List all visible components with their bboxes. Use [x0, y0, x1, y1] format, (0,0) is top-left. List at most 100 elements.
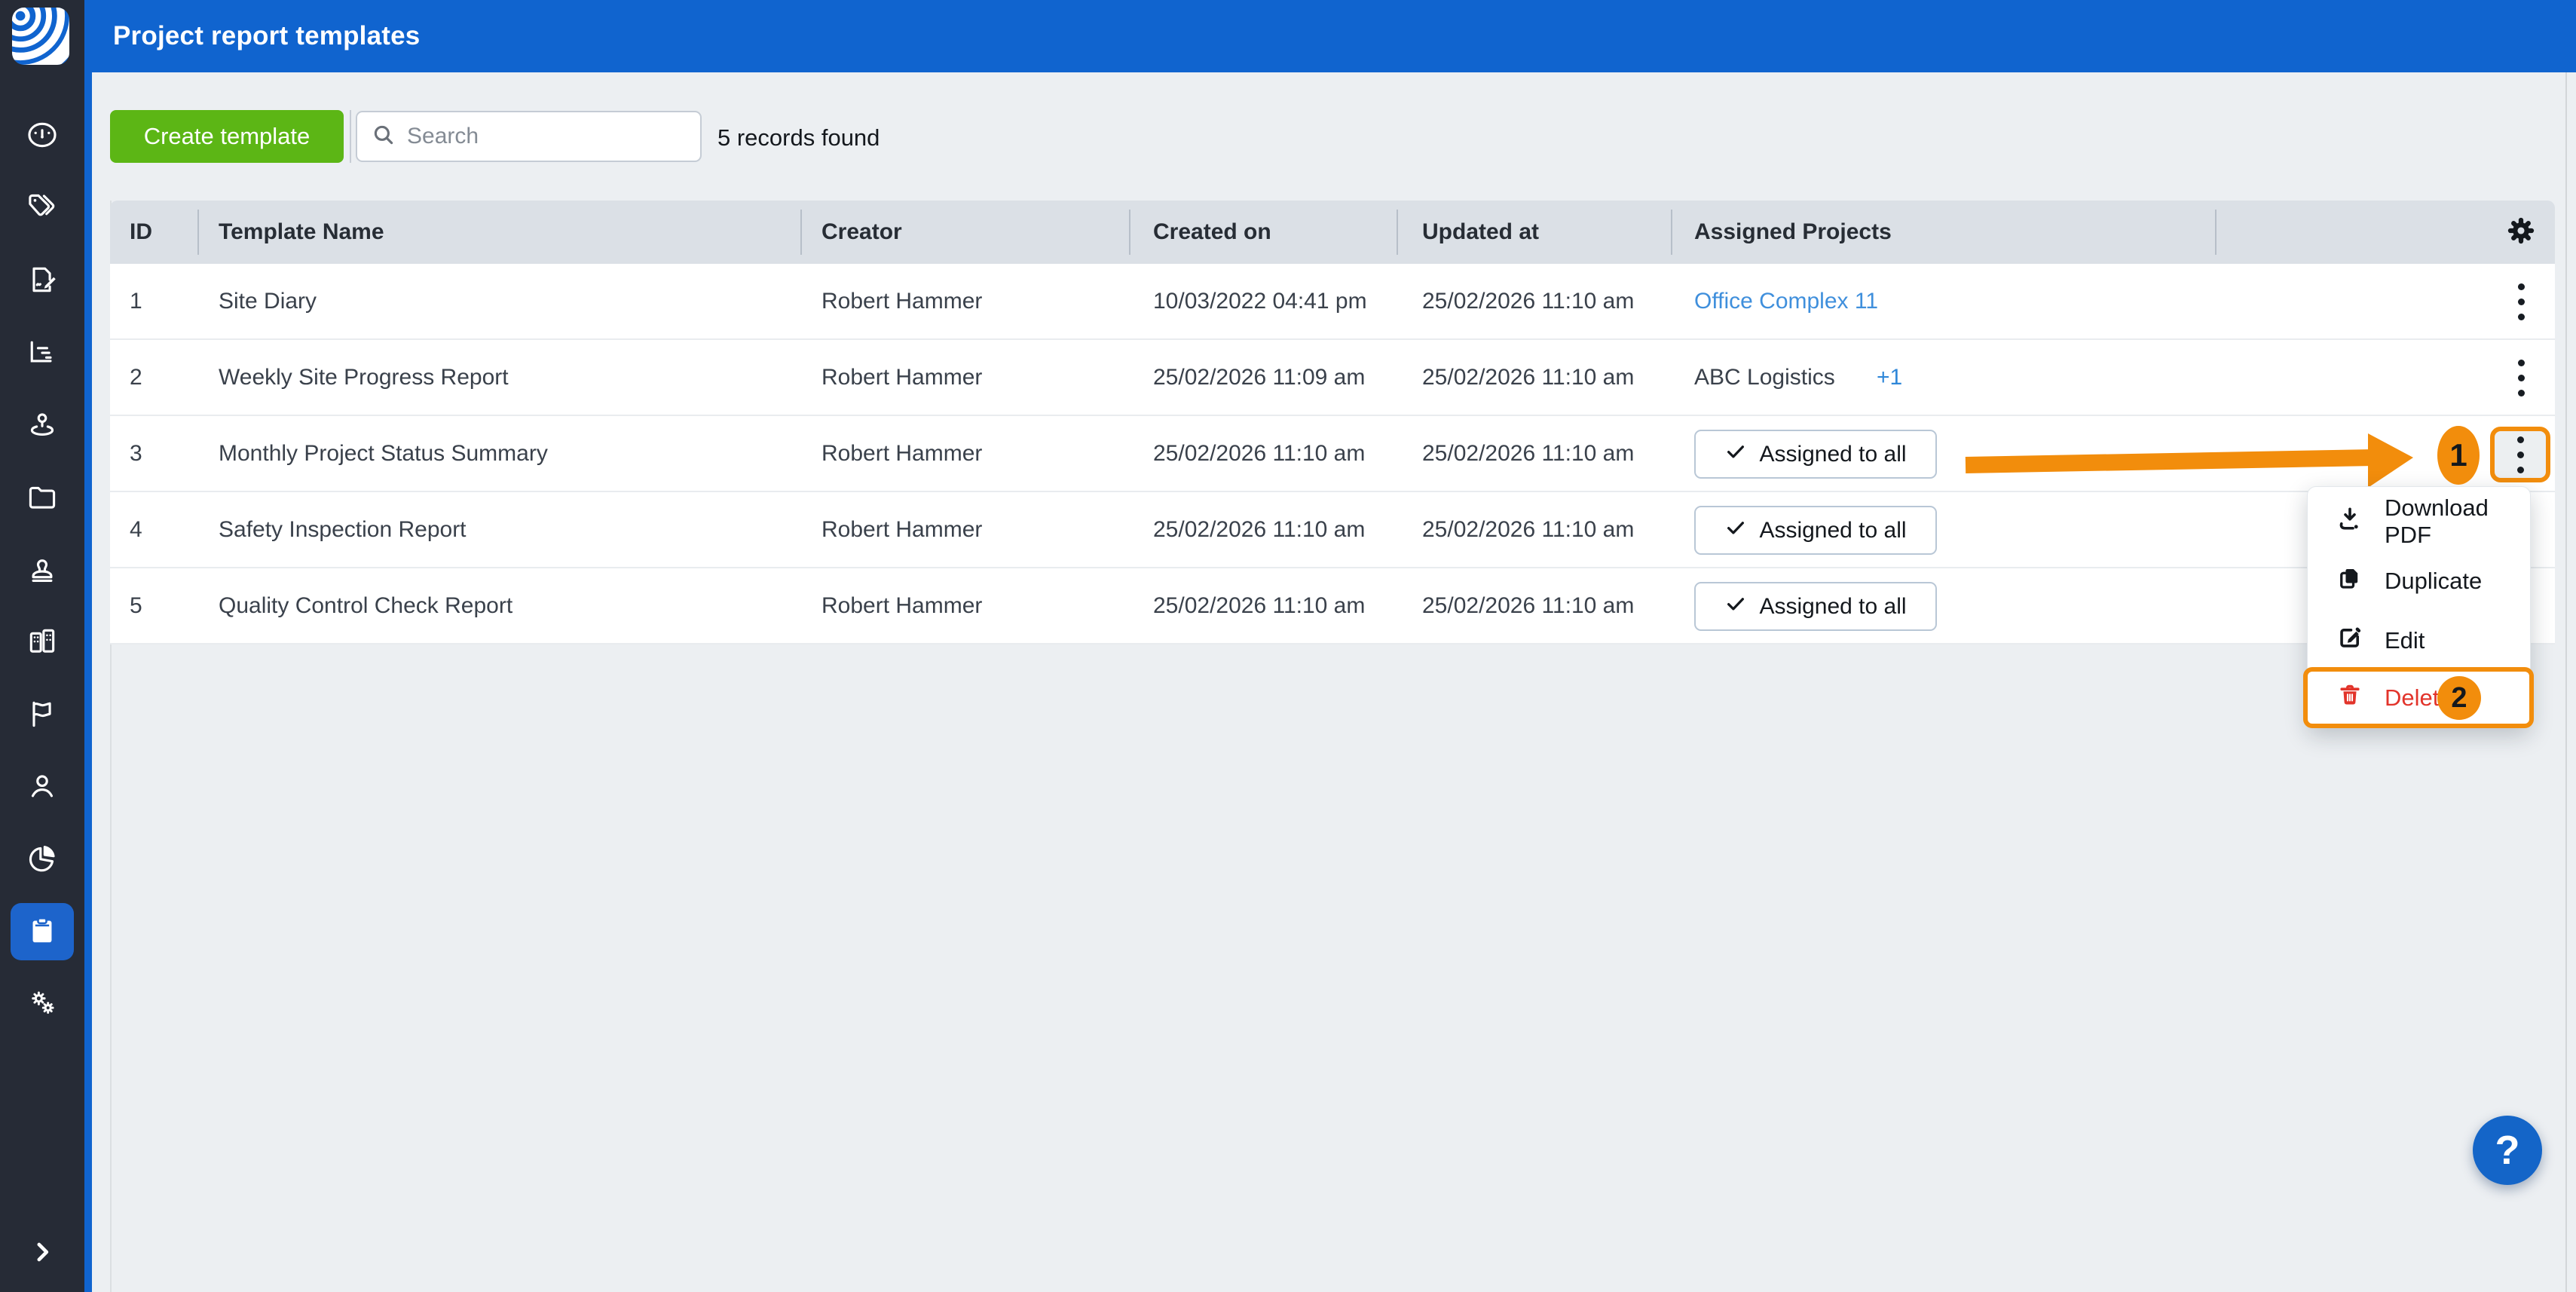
app-root: Project report templates Create template…	[0, 0, 2576, 1292]
search-box	[356, 111, 702, 162]
sidebar-item-settings[interactable]	[11, 975, 74, 1033]
sidebar-expand-button[interactable]	[11, 1225, 74, 1282]
sidebar-item-reports[interactable]	[11, 325, 74, 382]
templates-table: ID Template Name Creator Created on Upda…	[110, 201, 2555, 644]
table-row[interactable]: 2 Weekly Site Progress Report Robert Ham…	[110, 340, 2555, 416]
sidebar-item-flags[interactable]	[11, 687, 74, 744]
cell-created: 25/02/2026 11:10 am	[1153, 492, 1365, 567]
sidebar-item-dashboard[interactable]	[11, 108, 74, 165]
cell-name: Site Diary	[219, 264, 317, 338]
sidebar-item-report-templates[interactable]	[11, 903, 74, 960]
records-found-label: 5 records found	[717, 124, 880, 152]
tags-icon	[26, 191, 59, 228]
cell-created: 10/03/2022 04:41 pm	[1153, 264, 1367, 338]
cell-updated: 25/02/2026 11:10 am	[1422, 492, 1634, 567]
cell-id: 1	[130, 264, 142, 338]
cell-creator: Robert Hammer	[821, 340, 982, 415]
buildings-icon	[26, 625, 59, 662]
col-header-creator[interactable]: Creator	[821, 201, 902, 264]
search-icon	[371, 122, 396, 152]
sidebar-item-tags[interactable]	[11, 180, 74, 237]
menu-item-delete-highlighted[interactable]: Delete	[2303, 667, 2534, 728]
menu-item-label: Download PDF	[2385, 494, 2530, 549]
sidebar-item-approvals[interactable]	[11, 542, 74, 599]
assigned-more-link[interactable]: +1	[1877, 340, 1902, 415]
table-row[interactable]: 4 Safety Inspection Report Robert Hammer…	[110, 492, 2555, 568]
step-2-badge: 2	[2437, 676, 2481, 720]
form-signature-icon	[26, 263, 59, 300]
toolbar-divider	[350, 110, 351, 163]
user-location-icon	[26, 408, 59, 445]
gear-icon	[2505, 215, 2537, 250]
badge-label: Assigned to all	[1759, 442, 1906, 467]
dashboard-icon	[26, 118, 59, 155]
table-row[interactable]: 5 Quality Control Check Report Robert Ha…	[110, 568, 2555, 644]
page-header: Project report templates	[84, 0, 2576, 72]
check-icon	[1724, 516, 1747, 545]
search-input[interactable]	[407, 124, 687, 149]
cell-name: Monthly Project Status Summary	[219, 416, 548, 491]
sidebar-item-site-presence[interactable]	[11, 397, 74, 455]
cell-updated: 25/02/2026 11:10 am	[1422, 264, 1634, 338]
cell-created: 25/02/2026 11:10 am	[1153, 568, 1365, 643]
row-actions-kebab-button[interactable]	[2501, 281, 2541, 322]
sidebar-item-companies[interactable]	[11, 614, 74, 672]
assigned-to-all-badge: Assigned to all	[1694, 582, 1937, 631]
cell-updated: 25/02/2026 11:10 am	[1422, 340, 1634, 415]
cell-updated: 25/02/2026 11:10 am	[1422, 416, 1634, 491]
sidebar-item-users[interactable]	[11, 759, 74, 816]
trash-icon	[2336, 681, 2363, 715]
cell-id: 5	[130, 568, 142, 643]
row-actions-kebab-button-highlighted[interactable]	[2490, 427, 2550, 482]
folder-icon	[26, 480, 59, 517]
col-header-updated[interactable]: Updated at	[1422, 201, 1539, 264]
cell-updated: 25/02/2026 11:10 am	[1422, 568, 1634, 643]
cell-id: 2	[130, 340, 142, 415]
table-row[interactable]: 3 Monthly Project Status Summary Robert …	[110, 416, 2555, 492]
badge-label: Assigned to all	[1759, 518, 1906, 543]
sidebar-item-forms[interactable]	[11, 253, 74, 310]
table-row[interactable]: 1 Site Diary Robert Hammer 10/03/2022 04…	[110, 264, 2555, 340]
create-template-button[interactable]: Create template	[110, 110, 344, 163]
duplicate-icon	[2336, 565, 2363, 598]
check-icon	[1724, 592, 1747, 621]
stamp-icon	[26, 553, 59, 589]
col-header-created[interactable]: Created on	[1153, 201, 1271, 264]
menu-item-duplicate[interactable]: Duplicate	[2308, 551, 2530, 611]
cell-name: Safety Inspection Report	[219, 492, 467, 567]
help-button[interactable]: ?	[2473, 1116, 2542, 1185]
sidebar-accent-strip	[84, 0, 92, 1292]
table-header-row: ID Template Name Creator Created on Upda…	[110, 201, 2555, 264]
assigned-to-all-badge: Assigned to all	[1694, 506, 1937, 555]
clipboard-icon	[26, 914, 59, 951]
cell-creator: Robert Hammer	[821, 264, 982, 338]
menu-item-label: Edit	[2385, 627, 2425, 654]
col-header-id[interactable]: ID	[130, 201, 152, 264]
check-icon	[1724, 440, 1747, 469]
column-settings-button[interactable]	[2501, 212, 2541, 253]
col-header-name[interactable]: Template Name	[219, 201, 384, 264]
menu-item-edit[interactable]: Edit	[2308, 611, 2530, 670]
badge-label: Assigned to all	[1759, 594, 1906, 620]
edit-icon	[2336, 624, 2363, 657]
sidebar-item-statistics[interactable]	[11, 831, 74, 889]
cell-created: 25/02/2026 11:09 am	[1153, 340, 1365, 415]
row-actions-kebab-button[interactable]	[2501, 357, 2541, 398]
gears-icon	[26, 986, 59, 1023]
sidebar-item-documents[interactable]	[11, 470, 74, 527]
step-1-badge: 1	[2437, 426, 2480, 485]
chevron-right-icon	[27, 1237, 57, 1271]
cell-name: Weekly Site Progress Report	[219, 340, 509, 415]
menu-item-label: Duplicate	[2385, 568, 2482, 595]
flag-icon	[26, 697, 59, 734]
page-title: Project report templates	[113, 21, 420, 51]
assigned-project-text: ABC Logistics	[1694, 340, 1835, 415]
menu-item-download-pdf[interactable]: Download PDF	[2308, 491, 2530, 551]
col-header-assigned[interactable]: Assigned Projects	[1694, 201, 1892, 264]
sidebar	[0, 0, 84, 1292]
brand-logo[interactable]	[12, 8, 69, 65]
cell-id: 3	[130, 416, 142, 491]
cell-name: Quality Control Check Report	[219, 568, 512, 643]
assigned-project-link[interactable]: Office Complex 11	[1694, 264, 1878, 338]
cell-creator: Robert Hammer	[821, 568, 982, 643]
